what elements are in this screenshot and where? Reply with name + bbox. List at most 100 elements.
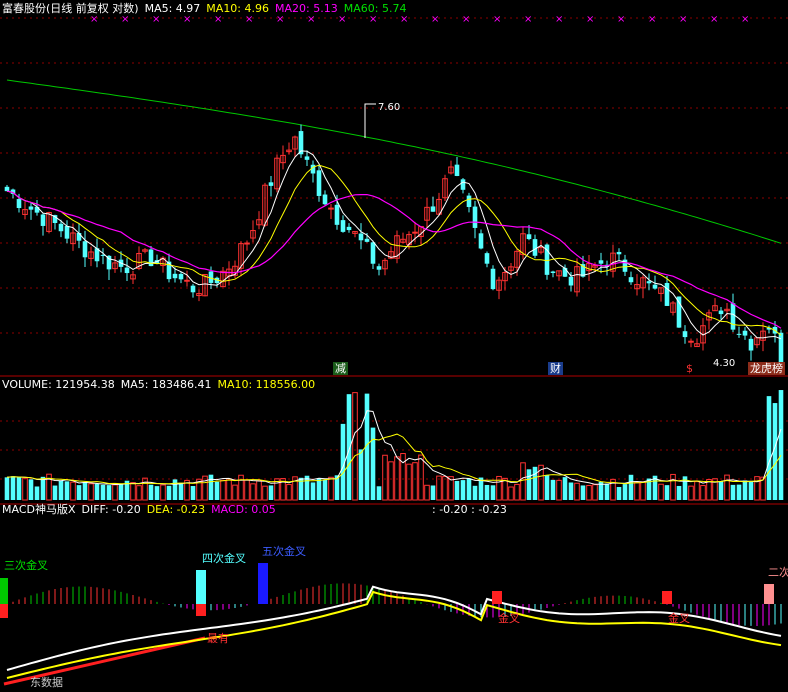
volume-bar-27 — [166, 485, 172, 500]
dea-value: DEA: -0.23 — [146, 503, 206, 516]
chart-stage[interactable]: × × × × × × × × × × × × × × × × × × × × × × 富春股份(日线 前复权 对数) MA… — [0, 0, 788, 692]
candle-body-0 — [4, 186, 10, 192]
volume-bar-15 — [94, 483, 100, 500]
candle-body-99 — [598, 260, 604, 264]
candle-body-50 — [304, 156, 310, 160]
top-x-marker-12: × — [462, 14, 470, 25]
volume-bar-87 — [526, 469, 532, 500]
candle-body-62 — [376, 266, 382, 270]
volume-bar-36 — [220, 480, 226, 501]
signal-five-cross: 五次金叉 — [262, 545, 306, 558]
macd-histogram[interactable] — [7, 583, 782, 626]
volume-bar-111 — [670, 473, 676, 501]
volume-bars[interactable] — [4, 390, 784, 501]
candle-body-56 — [340, 220, 346, 232]
candle-body-78 — [472, 206, 478, 228]
candle-body-80 — [484, 253, 490, 264]
volume-ma5-value: MA5: 183486.41 — [120, 378, 212, 391]
signal-block-pink — [764, 584, 774, 604]
volume-bar-109 — [658, 483, 664, 501]
signal-four-cross: 四次金叉 — [202, 552, 246, 565]
candle-body-12 — [76, 232, 82, 241]
volume-bar-3 — [22, 477, 28, 501]
candle-body-29 — [178, 273, 184, 280]
top-x-marker-13: × — [493, 14, 501, 25]
candle-body-28 — [172, 273, 178, 279]
volume-bar-54 — [328, 476, 334, 501]
volume-bar-14 — [88, 483, 94, 501]
candle-body-94 — [568, 276, 574, 286]
volume-bar-22 — [136, 485, 142, 501]
signal-three-cross: 三次金叉 — [4, 559, 48, 572]
event-tag-dollar[interactable]: $ — [684, 362, 695, 375]
volume-bar-83 — [502, 477, 508, 501]
ma60-value: MA60: 5.74 — [343, 2, 407, 15]
ma20-value: MA20: 5.13 — [275, 2, 338, 15]
volume-bar-57 — [346, 394, 352, 500]
volume-bar-114 — [688, 485, 694, 501]
candle-body-53 — [322, 194, 328, 205]
volume-bar-110 — [664, 485, 670, 500]
candle-body-124 — [748, 338, 754, 351]
volume-bar-81 — [490, 485, 496, 500]
volume-bar-97 — [586, 485, 592, 501]
signal-gold-cross-b: 金叉 — [668, 612, 690, 625]
top-x-marker-20: × — [710, 14, 718, 25]
volume-ma10-value: MA10: 118556.00 — [217, 378, 316, 391]
volume-bar-53 — [322, 479, 328, 500]
volume-bar-75 — [454, 480, 460, 500]
event-tag-cai[interactable]: 财 — [548, 362, 563, 375]
volume-bar-59 — [358, 449, 364, 500]
volume-bar-90 — [544, 475, 550, 500]
volume-bar-69 — [418, 454, 424, 501]
volume-bar-31 — [190, 486, 196, 500]
volume-bar-94 — [568, 482, 574, 500]
macd-value: MACD: 0.05 — [211, 503, 276, 516]
volume-bar-77 — [466, 478, 472, 500]
volume-bar-80 — [484, 484, 490, 500]
volume-bar-124 — [748, 481, 754, 500]
volume-bar-116 — [700, 485, 706, 501]
macd-header: MACD神马版X DIFF: -0.20 DEA: -0.23 MACD: 0.05 … — [2, 503, 507, 517]
volume-bar-58 — [352, 392, 358, 501]
signal-gold-cross-a: 金叉 — [498, 612, 520, 625]
volume-bar-78 — [472, 485, 478, 500]
event-tag-longhu[interactable]: 龙虎榜 — [748, 362, 785, 375]
candle-body-113 — [682, 331, 688, 338]
candle-body-107 — [646, 281, 652, 284]
candle-body-121 — [730, 303, 736, 330]
volume-bar-26 — [160, 484, 166, 501]
signal-strong: 最有 — [207, 632, 229, 645]
volume-bar-76 — [460, 480, 466, 500]
candle-body-55 — [334, 204, 340, 225]
candle-body-75 — [454, 164, 460, 176]
candle-body-9 — [58, 223, 64, 232]
high-price-label: 7.60 — [378, 102, 401, 113]
candle-body-30 — [184, 279, 190, 282]
volume-bar-29 — [178, 482, 184, 500]
candle-body-31 — [190, 285, 196, 293]
top-x-marker-14: × — [524, 14, 532, 25]
volume-bar-115 — [694, 481, 700, 501]
event-tag-jian[interactable]: 减 — [333, 362, 348, 375]
volume-bar-71 — [430, 485, 436, 500]
candle-body-110 — [664, 282, 670, 306]
candle-body-114 — [688, 340, 694, 343]
volume-bar-52 — [316, 478, 322, 500]
low-price-label: 4.30 — [713, 358, 736, 369]
volume-bar-65 — [394, 456, 400, 501]
signal-block-red-a — [0, 604, 8, 618]
macd-title: MACD神马版X — [2, 503, 76, 516]
volume-bar-33 — [202, 475, 208, 501]
volume-bar-86 — [520, 462, 526, 501]
candle-body-77 — [466, 195, 472, 208]
volume-bar-102 — [616, 486, 622, 500]
ma10-value: MA10: 4.96 — [206, 2, 270, 15]
volume-bar-37 — [226, 478, 232, 501]
volume-bar-35 — [214, 481, 220, 500]
volume-bar-68 — [412, 462, 418, 501]
candlestick-series[interactable] — [4, 124, 784, 372]
volume-bar-103 — [622, 484, 628, 500]
top-x-marker-15: × — [555, 14, 563, 25]
signal-block-red-d — [662, 591, 672, 604]
